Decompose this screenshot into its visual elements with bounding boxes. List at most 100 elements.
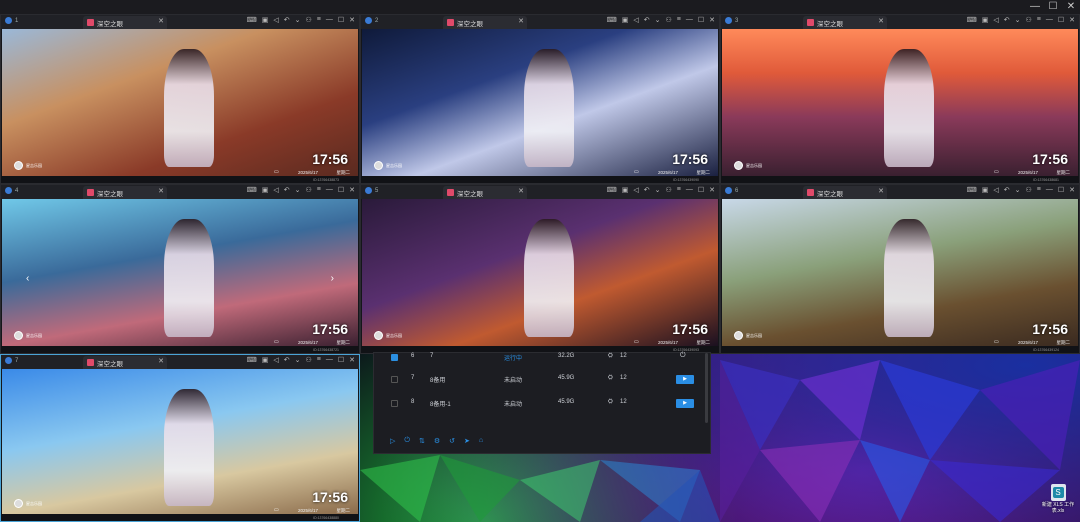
gamepad-icon[interactable]: ⌨	[967, 16, 977, 24]
game-screen[interactable]: 星吉乐园 ▭ 17:56 2025/6/17 星期二	[2, 369, 358, 514]
delete-icon[interactable]: ⌂	[479, 437, 483, 445]
mirror-pane[interactable]: 5 深空之眼 ✕ ⌨ ▣ ◁ ↶ ⌄ ⚇ ≡ — ☐ ✕ 星吉乐园 ▭ 17:5…	[360, 184, 720, 354]
pane-tab[interactable]: 深空之眼 ✕	[83, 16, 167, 29]
close-icon[interactable]: ✕	[878, 187, 884, 195]
back-icon[interactable]: ↶	[284, 186, 290, 194]
close-icon[interactable]: ✕	[518, 17, 524, 25]
row-checkbox[interactable]	[391, 376, 398, 383]
maximize-icon[interactable]: ☐	[698, 186, 704, 194]
menu-icon[interactable]: ≡	[1037, 16, 1041, 24]
desktop-file-icon[interactable]: S 新建 XLS 工作表.xls	[1040, 484, 1076, 520]
back-icon[interactable]: ↶	[644, 186, 650, 194]
table-row[interactable]: 8 8备用-1 未启动 45.9G ⛭ 12 ▶	[374, 399, 710, 421]
back-icon[interactable]: ↶	[284, 356, 290, 364]
maximize-icon[interactable]: ☐	[338, 186, 344, 194]
screenshot-icon[interactable]: ▣	[982, 186, 989, 194]
user-chip[interactable]: 星吉乐园	[14, 499, 42, 508]
close-icon[interactable]: ✕	[518, 187, 524, 195]
pane-tab[interactable]: 深空之眼 ✕	[443, 16, 527, 29]
pane-tab[interactable]: 深空之眼 ✕	[83, 186, 167, 199]
volume-icon[interactable]: ◁	[273, 186, 278, 194]
volume-icon[interactable]: ◁	[633, 186, 638, 194]
back-icon[interactable]: ↶	[644, 16, 650, 24]
user-chip[interactable]: 星吉乐园	[374, 161, 402, 170]
back-icon[interactable]: ↶	[1004, 16, 1010, 24]
back-icon[interactable]: ↶	[1004, 186, 1010, 194]
game-screen[interactable]: ‹ › 星吉乐园 ▭ 17:56 2025/6/17 星期二	[2, 199, 358, 346]
play-icon[interactable]: ▷	[390, 437, 395, 445]
user-icon[interactable]: ⚇	[665, 16, 671, 24]
game-screen[interactable]: 星吉乐园 ▭ 17:56 2025/6/17 星期二	[722, 199, 1078, 346]
gamepad-icon[interactable]: ⌨	[247, 16, 257, 24]
chevron-down-icon[interactable]: ⌄	[295, 356, 301, 364]
chevron-down-icon[interactable]: ⌄	[1015, 186, 1021, 194]
game-screen[interactable]: 星吉乐园 ▭ 17:56 2025/6/17 星期二	[362, 199, 718, 346]
user-icon[interactable]: ⚇	[1025, 186, 1031, 194]
sort-icon[interactable]: ⇅	[419, 437, 425, 445]
volume-icon[interactable]: ◁	[273, 16, 278, 24]
close-icon[interactable]: ✕	[158, 17, 164, 25]
pane-tab[interactable]: 深空之眼 ✕	[443, 186, 527, 199]
sync-icon[interactable]: ↺	[449, 437, 455, 445]
table-row[interactable]: 6 7 运行中 32.2G ⛭ 12 ⏻	[374, 352, 710, 375]
minimize-icon[interactable]: —	[326, 186, 333, 194]
minimize-icon[interactable]: —	[1046, 16, 1053, 24]
screenshot-icon[interactable]: ▣	[262, 16, 269, 24]
start-button[interactable]: ▶	[676, 375, 694, 384]
power-icon[interactable]: ⏻	[404, 437, 410, 445]
pane-tab[interactable]: 深空之眼 ✕	[803, 16, 887, 29]
user-icon[interactable]: ⚇	[1025, 16, 1031, 24]
user-chip[interactable]: 星吉乐园	[14, 161, 42, 170]
user-icon[interactable]: ⚇	[305, 356, 311, 364]
user-chip[interactable]: 星吉乐园	[734, 161, 762, 170]
user-chip[interactable]: 星吉乐园	[14, 331, 42, 340]
gamepad-icon[interactable]: ⌨	[247, 356, 257, 364]
close-icon[interactable]: ✕	[349, 16, 355, 24]
chevron-down-icon[interactable]: ⌄	[295, 16, 301, 24]
close-icon[interactable]: ✕	[349, 356, 355, 364]
minimize-icon[interactable]: —	[326, 16, 333, 24]
close-icon[interactable]: ✕	[1069, 16, 1075, 24]
user-chip[interactable]: 星吉乐园	[374, 331, 402, 340]
volume-icon[interactable]: ◁	[633, 16, 638, 24]
user-icon[interactable]: ⚇	[305, 16, 311, 24]
screenshot-icon[interactable]: ▣	[622, 186, 629, 194]
user-chip[interactable]: 星吉乐园	[734, 331, 762, 340]
screenshot-icon[interactable]: ▣	[622, 16, 629, 24]
minimize-icon[interactable]: —	[686, 186, 693, 194]
close-icon[interactable]: ✕	[349, 186, 355, 194]
gamepad-icon[interactable]: ⌨	[967, 186, 977, 194]
volume-icon[interactable]: ◁	[993, 186, 998, 194]
close-icon[interactable]: ✕	[158, 357, 164, 365]
user-icon[interactable]: ⚇	[665, 186, 671, 194]
power-icon[interactable]: ⏻	[680, 352, 686, 360]
game-screen[interactable]: 星吉乐园 ▭ 17:56 2025/6/17 星期二	[722, 29, 1078, 176]
close-button[interactable]: ✕	[1060, 0, 1080, 14]
volume-icon[interactable]: ◁	[993, 16, 998, 24]
mirror-pane[interactable]: 6 深空之眼 ✕ ⌨ ▣ ◁ ↶ ⌄ ⚇ ≡ — ☐ ✕ 星吉乐园 ▭ 17:5…	[720, 184, 1080, 354]
menu-icon[interactable]: ≡	[317, 356, 321, 364]
mirror-pane[interactable]: 1 深空之眼 ✕ ⌨ ▣ ◁ ↶ ⌄ ⚇ ≡ — ☐ ✕ 星吉乐园 ▭ 17:5…	[0, 14, 360, 184]
mirror-pane[interactable]: 4 深空之眼 ✕ ⌨ ▣ ◁ ↶ ⌄ ⚇ ≡ — ☐ ✕ ‹ › 星吉乐园 ▭ …	[0, 184, 360, 354]
row-checkbox[interactable]	[391, 400, 398, 407]
user-icon[interactable]: ⚇	[305, 186, 311, 194]
row-checkbox[interactable]	[391, 354, 398, 361]
chevron-down-icon[interactable]: ⌄	[655, 16, 661, 24]
chevron-down-icon[interactable]: ⌄	[1015, 16, 1021, 24]
back-icon[interactable]: ↶	[284, 16, 290, 24]
gamepad-icon[interactable]: ⌨	[607, 16, 617, 24]
menu-icon[interactable]: ≡	[677, 186, 681, 194]
pane-tab[interactable]: 深空之眼 ✕	[83, 356, 167, 369]
chevron-right-icon[interactable]: ›	[331, 273, 334, 284]
game-screen[interactable]: 星吉乐园 ▭ 17:56 2025/6/17 星期二	[362, 29, 718, 176]
mirror-pane[interactable]: 2 深空之眼 ✕ ⌨ ▣ ◁ ↶ ⌄ ⚇ ≡ — ☐ ✕ 星吉乐园 ▭ 17:5…	[360, 14, 720, 184]
start-button[interactable]: ▶	[676, 399, 694, 408]
menu-icon[interactable]: ≡	[677, 16, 681, 24]
pane-tab[interactable]: 深空之眼 ✕	[803, 186, 887, 199]
chevron-down-icon[interactable]: ⌄	[655, 186, 661, 194]
menu-icon[interactable]: ≡	[1037, 186, 1041, 194]
minimize-icon[interactable]: —	[1046, 186, 1053, 194]
gamepad-icon[interactable]: ⌨	[247, 186, 257, 194]
close-icon[interactable]: ✕	[158, 187, 164, 195]
maximize-icon[interactable]: ☐	[338, 16, 344, 24]
